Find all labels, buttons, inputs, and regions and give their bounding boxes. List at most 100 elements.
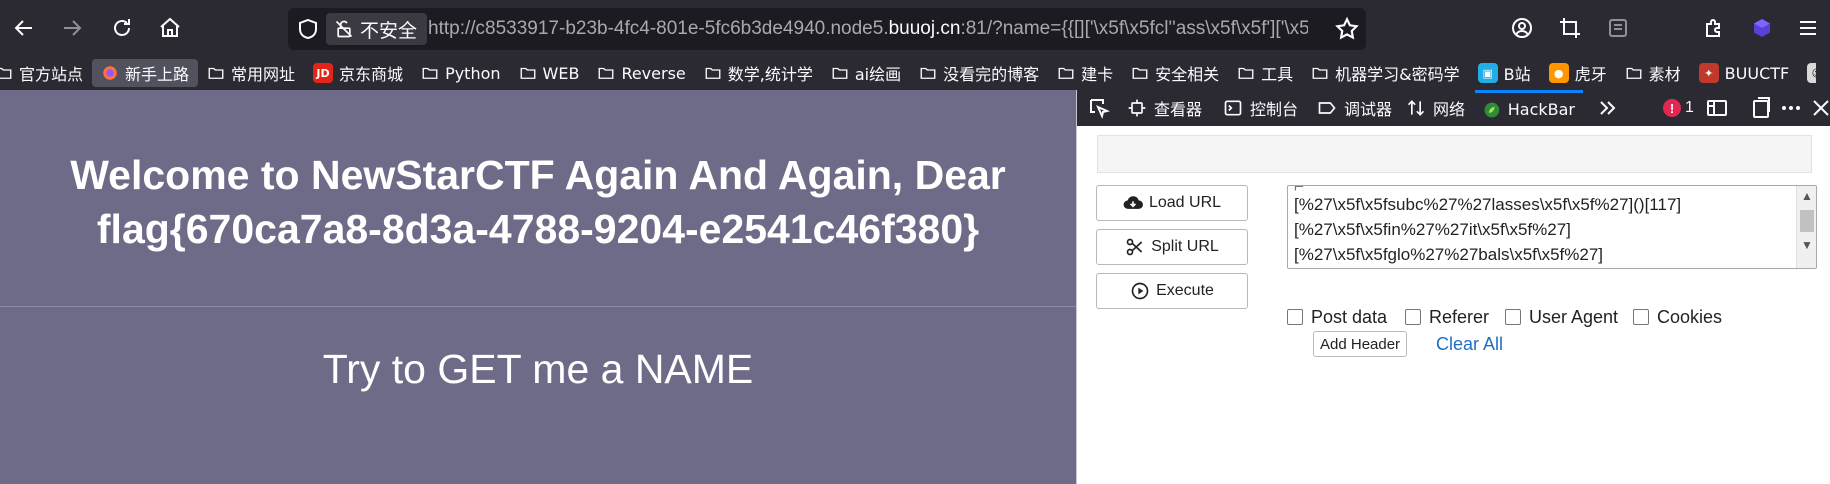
cookies-check[interactable]	[1633, 309, 1649, 325]
network-icon	[1407, 100, 1425, 116]
user-agent-check[interactable]	[1505, 309, 1521, 325]
folder-icon	[1058, 67, 1074, 79]
textarea-line-3: [%27\x5f\x5fglo%27%27bals\x5f\x5f%27]	[1294, 245, 1604, 264]
scissors-icon	[1126, 238, 1143, 256]
reader-view-button[interactable]	[1598, 8, 1638, 48]
tab-inspector[interactable]: 查看器	[1127, 90, 1202, 126]
insecure-connection-badge[interactable]: 不安全	[326, 13, 428, 45]
bookmark-label: WEB	[542, 63, 580, 83]
bookmark-star-icon[interactable]	[1334, 16, 1360, 42]
bookmark-label: 素材	[1648, 65, 1681, 84]
folder-icon	[0, 67, 12, 79]
bookmark-label: B站	[1503, 65, 1531, 84]
tab-hackbar[interactable]: HackBar	[1475, 90, 1583, 126]
extensions-button[interactable]	[1694, 8, 1734, 48]
bookmarks-bar: 官方站点 新手上路 常用网址 JD 京东商城 Python WEB Reverse 数学,统计学…	[0, 56, 1816, 90]
bookmark-item[interactable]: 建卡	[1048, 59, 1122, 87]
bookmark-label: 虎牙	[1574, 65, 1607, 84]
folder-icon	[832, 67, 848, 79]
cookies-label: Cookies	[1657, 306, 1723, 327]
back-button[interactable]	[4, 8, 44, 48]
bookmark-item[interactable]: ☺魔	[1798, 59, 1816, 87]
tab-console[interactable]: 控制台	[1223, 90, 1298, 126]
bookmark-item[interactable]: ▣ B站	[1469, 59, 1540, 87]
bookmark-item[interactable]: 数学,统计学	[695, 59, 822, 87]
responsive-design-icon[interactable]	[1705, 96, 1729, 120]
scrollbar-thumb[interactable]	[1800, 210, 1814, 232]
element-picker-icon[interactable]	[1087, 96, 1111, 120]
scroll-down-icon[interactable]: ▼	[1800, 238, 1814, 252]
folder-icon	[705, 67, 721, 79]
tab-debugger[interactable]: 调试器	[1317, 90, 1392, 126]
close-icon[interactable]	[1809, 96, 1830, 120]
execute-button[interactable]: Execute	[1096, 273, 1248, 309]
shield-icon[interactable]	[296, 17, 320, 41]
more-options-icon[interactable]	[1779, 96, 1803, 120]
textarea-scrollbar[interactable]: ▲ ▼	[1796, 186, 1816, 268]
console-icon	[1224, 100, 1242, 116]
puzzle-icon	[1706, 19, 1720, 37]
forward-button[interactable]	[52, 8, 92, 48]
hamburger-menu-icon	[1800, 21, 1816, 35]
referer-label: Referer	[1429, 306, 1490, 327]
flag-text: flag{670ca7a8-8d3a-4788-9204-e2541c46f38…	[96, 206, 980, 252]
bookmark-item[interactable]: 新手上路	[92, 59, 199, 87]
bookmark-label: 安全相关	[1155, 65, 1220, 84]
tab-inspector-label: 查看器	[1154, 100, 1203, 119]
dock-side-icon[interactable]	[1749, 96, 1773, 120]
split-url-button[interactable]: Split URL	[1096, 229, 1248, 265]
referer-checkbox[interactable]: Referer	[1405, 306, 1489, 328]
tab-hackbar-label: HackBar	[1507, 100, 1575, 119]
bookmark-item[interactable]: WEB	[510, 59, 589, 87]
bookmark-label: 京东商城	[339, 65, 404, 84]
referer-check[interactable]	[1405, 309, 1421, 325]
web-page: Welcome to NewStarCTF Again And Again, D…	[0, 90, 1076, 484]
url-text[interactable]: http://c8533917-b23b-4fc4-801e-5fc6b3de4…	[428, 8, 1308, 50]
error-count-badge[interactable]: ! 1	[1663, 90, 1694, 126]
post-data-checkbox[interactable]: Post data	[1287, 306, 1387, 328]
crop-screenshot-button[interactable]	[1550, 8, 1590, 48]
devtools-panel: 查看器 控制台 调试器 网络 HackBar ! 1 Load URL Spli…	[1076, 90, 1830, 484]
hackbar-icon	[1484, 102, 1500, 117]
bookmark-item[interactable]: 常用网址	[198, 59, 304, 87]
bookmark-item[interactable]: 机器学习&密码学	[1302, 59, 1468, 87]
account-icon	[1512, 18, 1532, 38]
error-count: 1	[1685, 99, 1694, 116]
extension-button[interactable]	[1742, 8, 1782, 48]
folder-icon	[1626, 67, 1642, 79]
bookmark-item[interactable]: Python	[412, 59, 509, 87]
bookmark-item[interactable]: 工具	[1228, 59, 1302, 87]
bookmark-label: 官方站点	[19, 65, 84, 84]
bookmark-item[interactable]: 没看完的博客	[910, 59, 1048, 87]
clear-all-link[interactable]: Clear All	[1436, 333, 1503, 355]
bookmark-item[interactable]: 安全相关	[1122, 59, 1228, 87]
bookmark-item[interactable]: ✦ BUUCTF	[1690, 59, 1799, 87]
hackbar-url-textarea[interactable]: ⌐ [%27\x5f\x5fsubc%27%27lasses\x5f\x5f%2…	[1287, 185, 1817, 269]
tab-network[interactable]: 网络	[1406, 90, 1465, 126]
bookmark-label: 建卡	[1081, 65, 1114, 84]
url-suffix: :81/?name={{[]['\x5f\x5fcl''ass\x5f\x5f'…	[960, 18, 1308, 39]
textarea-line-2: [%27\x5f\x5fin%27%27it\x5f\x5f%27]	[1294, 220, 1571, 239]
bookmark-item[interactable]: ai绘画	[822, 59, 910, 87]
menu-button[interactable]	[1788, 8, 1828, 48]
post-data-check[interactable]	[1287, 309, 1303, 325]
bookmark-item[interactable]: 官方站点	[0, 59, 92, 87]
load-url-button[interactable]: Load URL	[1096, 185, 1248, 221]
cookies-checkbox[interactable]: Cookies	[1633, 306, 1722, 328]
error-icon: !	[1663, 99, 1681, 117]
reload-button[interactable]	[102, 8, 142, 48]
user-agent-checkbox[interactable]: User Agent	[1505, 306, 1618, 328]
bookmark-item[interactable]: ● 虎牙	[1540, 59, 1616, 87]
bookmark-label: ai绘画	[854, 65, 902, 84]
add-header-button[interactable]: Add Header	[1313, 331, 1408, 357]
url-bar[interactable]: 不安全 http://c8533917-b23b-4fc4-801e-5fc6b…	[288, 8, 1366, 50]
horizontal-divider	[0, 306, 1076, 307]
bookmark-item[interactable]: Reverse	[588, 59, 694, 87]
bookmark-item[interactable]: 素材	[1616, 59, 1690, 87]
scroll-up-icon[interactable]: ▲	[1800, 189, 1814, 203]
account-button[interactable]	[1502, 8, 1542, 48]
more-tabs-chevron-icon[interactable]	[1595, 96, 1619, 120]
bookmark-item[interactable]: JD 京东商城	[304, 59, 412, 87]
folder-icon	[1312, 67, 1328, 79]
home-button[interactable]	[150, 8, 190, 48]
